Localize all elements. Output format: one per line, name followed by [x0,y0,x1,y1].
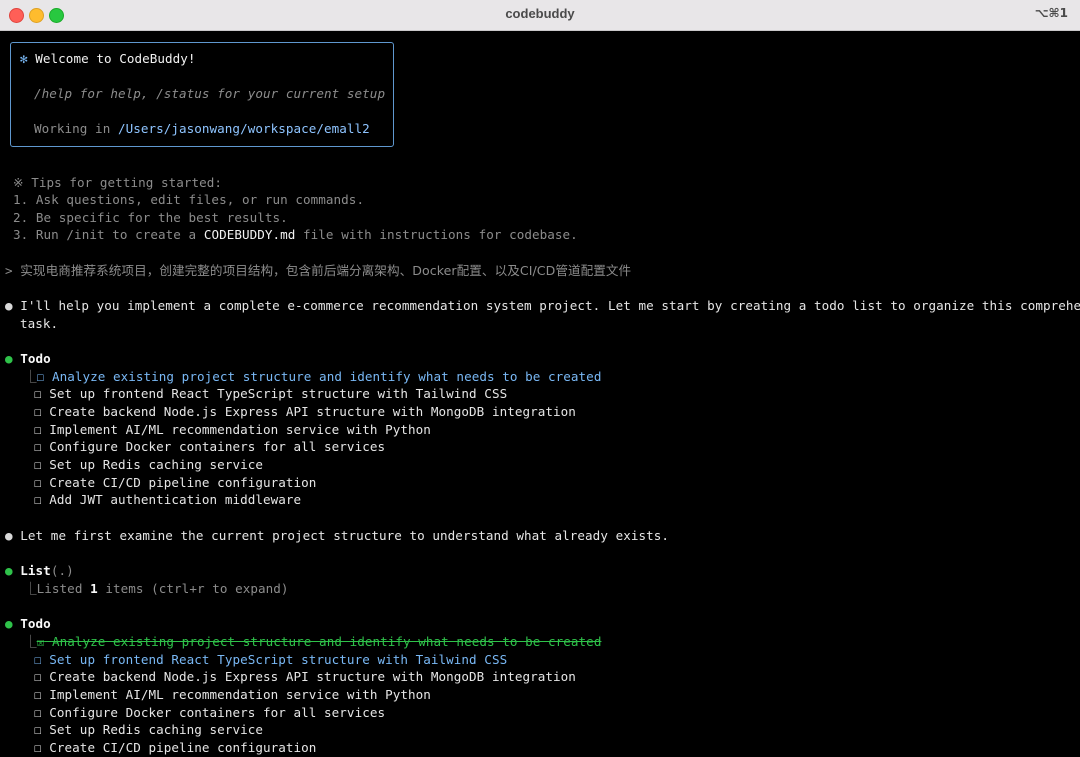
todo-item-label: Create backend Node.js Express API struc… [49,404,576,419]
checkbox-icon: ☐ [34,475,42,490]
todo-1-item-4: ☐ Implement AI/ML recommendation service… [34,421,431,439]
checkbox-icon: ☐ [34,687,42,702]
tip-3-suffix: file with instructions for codebase. [295,227,578,242]
todo-1-item-7: ☐ Create CI/CD pipeline configuration [34,474,316,492]
welcome-help: /help for help, /status for your current… [34,86,386,101]
branch-icon: ⎿ [24,581,37,596]
message-bullet-icon: ● [5,528,13,543]
todo-2-title: Todo [20,616,51,631]
checkbox-icon: ☐ [34,386,42,401]
tips-heading: ※ Tips for getting started: [13,175,223,190]
checkbox-icon: ☐ [34,492,42,507]
branch-icon: ⎿ [24,634,37,649]
message-1-line-1: I'll help you implement a complete e-com… [20,298,1080,313]
list-result-suffix: items (ctrl+r to expand) [97,581,289,596]
tip-2: 2. Be specific for the best results. [13,210,288,225]
todo-item-label: Create CI/CD pipeline configuration [49,740,317,755]
todo-item-label: Analyze existing project structure and i… [51,369,602,384]
todo-item-label: Create CI/CD pipeline configuration [49,475,317,490]
list-tool-header: ● List(.) [5,562,74,580]
terminal-output[interactable]: ✻ Welcome to CodeBuddy! /help for help, … [0,31,1080,755]
checkbox-icon: ☐ [34,652,42,667]
checkbox-icon: ☐ [34,439,42,454]
checkbox-icon: ☐ [36,369,45,384]
tip-1: 1. Ask questions, edit files, or run com… [13,192,365,207]
tip-3-prefix: 3. Run /init to create a [13,227,204,242]
todo-item-label: Configure Docker containers for all serv… [49,705,386,720]
todo-1-title: Todo [20,351,51,366]
todo-1-item-3: ☐ Create backend Node.js Express API str… [34,403,576,421]
assistant-message-2: ● Let me first examine the current proje… [5,527,669,545]
todo-1-item-6: ☐ Set up Redis caching service [34,456,263,474]
asterisk-icon: ✻ [20,51,28,66]
todo-1-item-8: ☐ Add JWT authentication middleware [34,491,301,509]
checkbox-icon: ☐ [34,669,42,684]
todo-2-item-4: ☐ Implement AI/ML recommendation service… [34,686,431,704]
welcome-working-line: Working in /Users/jasonwang/workspace/em… [34,120,370,138]
todo-2-item-3: ☐ Create backend Node.js Express API str… [34,668,576,686]
tool-bullet-icon: ● [5,563,13,578]
welcome-title: Welcome to CodeBuddy! [35,51,196,66]
todo-item-label: Create backend Node.js Express API struc… [49,669,576,684]
message-bullet-icon: ● [5,298,13,313]
checkbox-icon: ☐ [34,422,42,437]
todo-2-item-7: ☐ Create CI/CD pipeline configuration [34,739,316,757]
todo-item-label-done: Analyze existing project structure and i… [51,634,602,649]
prompt-marker: > [5,263,13,278]
list-result-count: 1 [90,581,98,596]
window-titlebar: codebuddy ⌥⌘1 [0,0,1080,31]
todo-item-label: Set up frontend React TypeScript structu… [49,652,508,667]
list-tool-result[interactable]: ⎿Listed 1 items (ctrl+r to expand) [24,580,289,598]
checkbox-icon: ☐ [34,404,42,419]
tip-3-file: CODEBUDDY.md [203,227,296,242]
todo-1-header: ● Todo [5,350,51,368]
todo-1-item-5: ☐ Configure Docker containers for all se… [34,438,385,456]
list-result-prefix: Listed [36,581,91,596]
branch-icon: ⎿ [24,369,37,384]
todo-item-label: Configure Docker containers for all serv… [49,439,386,454]
todo-2-item-1: ⎿☒ Analyze existing project structure an… [24,633,601,651]
working-path: /Users/jasonwang/workspace/emall2 [117,121,370,136]
tip-3: 3. Run /init to create a CODEBUDDY.md fi… [13,226,578,244]
checkbox-icon: ☐ [34,740,42,755]
todo-item-label: Implement AI/ML recommendation service w… [49,687,431,702]
list-tool-title: List [20,563,51,578]
todo-2-item-5: ☐ Configure Docker containers for all se… [34,704,385,722]
todo-item-label: Set up frontend React TypeScript structu… [49,386,508,401]
window-shortcut: ⌥⌘1 [1034,6,1068,20]
message-2-text: Let me first examine the current project… [20,528,670,543]
todo-item-label: Implement AI/ML recommendation service w… [49,422,431,437]
todo-bullet-icon: ● [5,351,13,366]
welcome-title-line: ✻ Welcome to CodeBuddy! [20,50,196,68]
checkbox-icon: ☐ [34,457,42,472]
todo-item-label: Set up Redis caching service [49,457,263,472]
user-prompt: > 实现电商推荐系统项目，创建完整的项目结构，包含前后端分离架构、Docker配… [5,262,631,280]
todo-2-header: ● Todo [5,615,51,633]
assistant-message-1: ● I'll help you implement a complete e-c… [5,297,1080,315]
todo-item-label: Set up Redis caching service [49,722,263,737]
message-1-line-2: task. [20,316,59,331]
todo-2-item-2: ☐ Set up frontend React TypeScript struc… [34,651,507,669]
todo-1-item-1: ⎿☐ Analyze existing project structure an… [24,368,601,386]
todo-2-item-6: ☐ Set up Redis caching service [34,721,263,739]
prompt-text: 实现电商推荐系统项目，创建完整的项目结构，包含前后端分离架构、Docker配置、… [20,263,632,278]
checkbox-icon: ☐ [34,705,42,720]
window-title: codebuddy [505,6,575,21]
todo-1-item-2: ☐ Set up frontend React TypeScript struc… [34,385,507,403]
todo-bullet-icon: ● [5,616,13,631]
todo-item-label: Add JWT authentication middleware [49,492,302,507]
checkbox-icon: ☐ [34,722,42,737]
working-label: Working in [34,121,118,136]
list-tool-arg: (.) [50,563,74,578]
